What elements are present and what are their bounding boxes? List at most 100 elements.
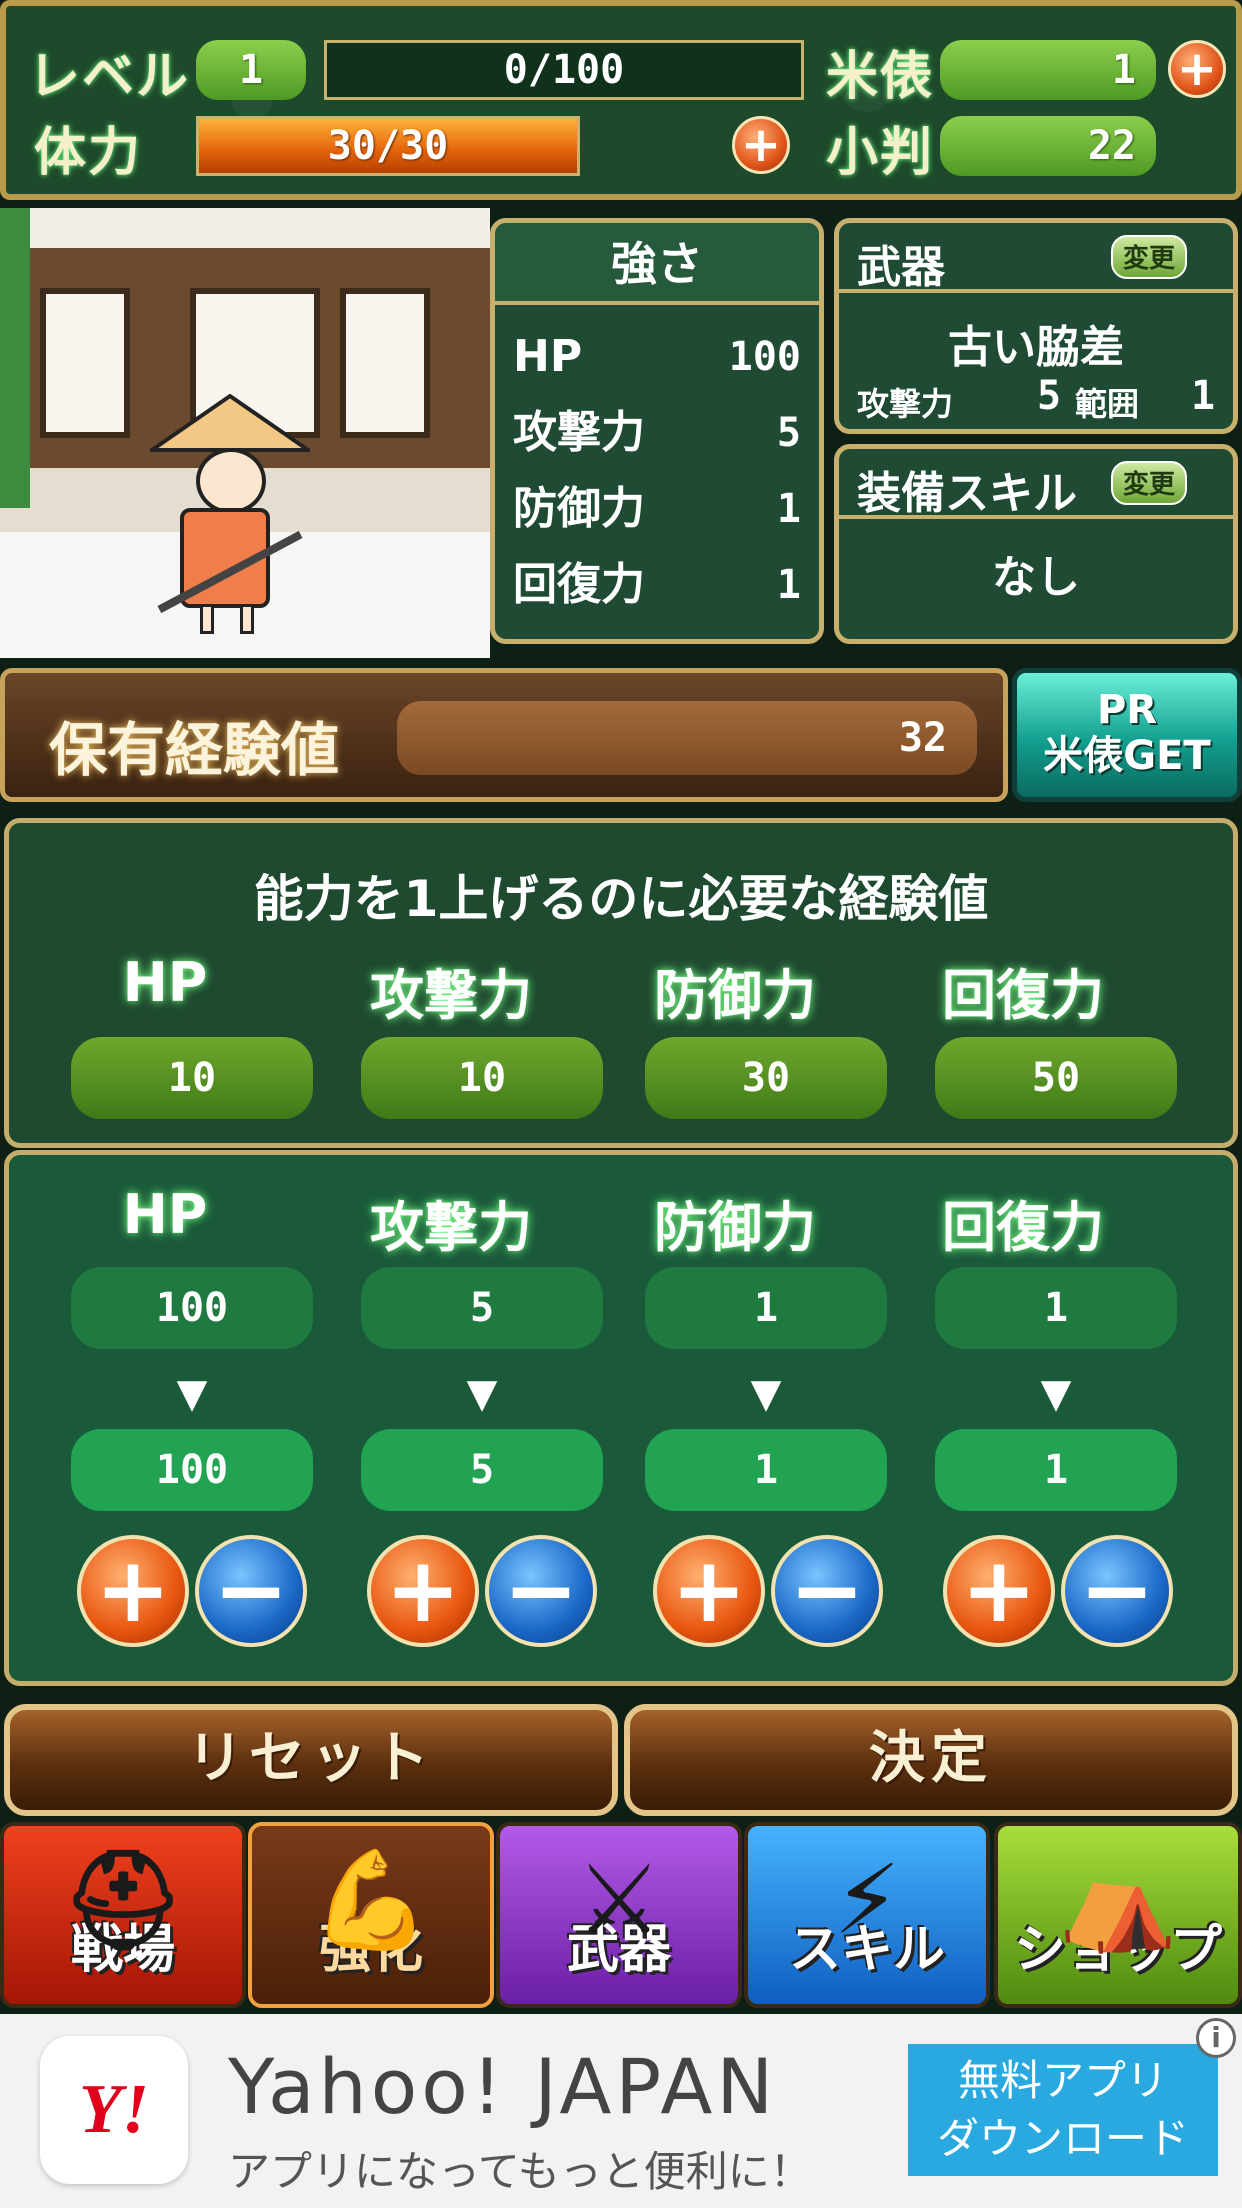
stat-next-attack: 5 [361, 1429, 603, 1511]
shop-icon: ⛺ [1058, 1844, 1178, 1956]
strength-title: 強さ [495, 223, 819, 305]
confirm-button[interactable]: 決定 [624, 1704, 1238, 1816]
weapon-panel: 武器 変更 古い脇差 攻撃力 5 範囲 1 [834, 218, 1238, 434]
reset-button[interactable]: リセット [4, 1704, 618, 1816]
stamina-bar: 30/30 [196, 116, 580, 176]
helmet-icon: ⛑ [62, 1844, 184, 1956]
arrow-down-icon: ▼ [750, 1371, 782, 1417]
stat-next-recovery: 1 [935, 1429, 1177, 1511]
swords-icon: ⚔ [575, 1844, 663, 1956]
stat-current-defense: 1 [645, 1267, 887, 1349]
ad-cta-line1: 無料アプリ [957, 2056, 1168, 2105]
strength-label: 攻撃力 [513, 407, 645, 458]
samurai-face [196, 448, 266, 514]
strength-label: 防御力 [513, 483, 645, 534]
ad-banner[interactable]: Y! Yahoo! JAPAN アプリになってもっと便利に！ 無料アプリ ダウン… [0, 2014, 1242, 2208]
exp-panel: 保有経験値 32 [0, 668, 1008, 802]
rice-label: 米俵 [826, 47, 935, 107]
cost-value-attack: 10 [361, 1037, 603, 1119]
cost-col-recovery: 回復力 [942, 964, 1104, 1027]
attack-minus-button[interactable]: − [485, 1535, 597, 1647]
stat-col-recovery: 回復力 [942, 1196, 1104, 1259]
exp-value: 32 [397, 701, 977, 775]
koban-value: 22 [940, 116, 1156, 176]
stat-next-defense: 1 [645, 1429, 887, 1511]
ad-cta-line2: ダウンロード [936, 2114, 1189, 2163]
stat-adjust-section: HP 100 ▼ 100 + − 攻撃力 5 ▼ 5 + − 防御力 1 ▼ 1… [4, 1150, 1238, 1686]
yahoo-logo: Y! [40, 2036, 188, 2184]
strength-row-attack: 攻撃力 5 [495, 395, 819, 471]
stat-current-recovery: 1 [935, 1267, 1177, 1349]
rice-value: 1 [940, 40, 1156, 100]
lightning-icon: ⚡ [833, 1844, 901, 1956]
stat-col-defense: 防御力 [654, 1196, 816, 1259]
ad-title: Yahoo! JAPAN [228, 2042, 778, 2131]
skill-change-button[interactable]: 変更 [1111, 461, 1187, 505]
add-rice-button[interactable]: + [1168, 40, 1226, 98]
hp-minus-button[interactable]: − [195, 1535, 307, 1647]
tab-skill[interactable]: ⚡ スキル [744, 1822, 990, 2008]
character-scene [0, 208, 490, 658]
attack-plus-button[interactable]: + [367, 1535, 479, 1647]
stamina-label: 体力 [34, 123, 143, 183]
arrow-down-icon: ▼ [1040, 1371, 1072, 1417]
stamina-value: 30/30 [327, 123, 449, 169]
skill-value: なし [992, 552, 1080, 603]
cost-value-recovery: 50 [935, 1037, 1177, 1119]
ad-download-button[interactable]: 無料アプリ ダウンロード [908, 2044, 1218, 2176]
arm-icon: 💪 [311, 1844, 431, 1956]
stat-col-hp: HP [122, 1183, 208, 1246]
strength-value: 5 [776, 410, 801, 456]
cost-col-defense: 防御力 [654, 964, 816, 1027]
strength-row-hp: HP 100 [495, 319, 819, 395]
strength-value: 100 [728, 334, 801, 380]
weapon-name: 古い脇差 [948, 322, 1124, 373]
level-exp-bar: 0/100 [324, 40, 804, 100]
weapon-attack-label: 攻撃力 [857, 385, 954, 423]
ad-subtitle: アプリになってもっと便利に！ [228, 2147, 812, 2196]
weapon-title: 武器 [857, 242, 945, 293]
defense-minus-button[interactable]: − [771, 1535, 883, 1647]
add-stamina-button[interactable]: + [732, 116, 790, 174]
cost-heading: 能力を1上げるのに必要な経験値 [253, 870, 989, 928]
strength-row-defense: 防御力 1 [495, 471, 819, 547]
skill-panel: 装備スキル 変更 なし [834, 444, 1238, 644]
stat-current-hp: 100 [71, 1267, 313, 1349]
defense-plus-button[interactable]: + [653, 1535, 765, 1647]
strength-row-recovery: 回復力 1 [495, 547, 819, 623]
weapon-attack-value: 5 [1037, 373, 1062, 419]
samurai-legs [200, 604, 260, 634]
strength-label: HP [513, 331, 583, 382]
skill-title: 装備スキル [857, 468, 1077, 519]
hp-plus-button[interactable]: + [77, 1535, 189, 1647]
tab-battlefield[interactable]: ⛑ 戦場 [0, 1822, 246, 2008]
exp-label: 保有経験値 [49, 716, 340, 784]
stat-col-attack: 攻撃力 [370, 1196, 532, 1259]
status-bar: レベル 1 0/100 米俵 1 + 体力 30/30 + 小判 22 [0, 0, 1242, 200]
pr-rice-get-button[interactable]: PR 米俵GET [1012, 668, 1242, 802]
strength-label: 回復力 [513, 559, 645, 610]
koban-label: 小判 [826, 123, 935, 183]
cost-col-attack: 攻撃力 [370, 964, 532, 1027]
stat-current-attack: 5 [361, 1267, 603, 1349]
weapon-change-button[interactable]: 変更 [1111, 235, 1187, 279]
recovery-plus-button[interactable]: + [943, 1535, 1055, 1647]
info-icon[interactable]: i [1196, 2018, 1236, 2058]
cost-value-hp: 10 [71, 1037, 313, 1119]
samurai-hat-icon [145, 393, 315, 454]
tab-weapon[interactable]: ⚔ 武器 [496, 1822, 742, 2008]
cost-value-defense: 30 [645, 1037, 887, 1119]
level-value: 1 [196, 40, 306, 100]
stat-next-hp: 100 [71, 1429, 313, 1511]
cost-section: 能力を1上げるのに必要な経験値 HP 攻撃力 防御力 回復力 10 10 30 … [4, 818, 1238, 1148]
arrow-down-icon: ▼ [466, 1371, 498, 1417]
cost-col-hp: HP [122, 951, 208, 1014]
pr-line1: PR [1096, 687, 1158, 733]
tab-shop[interactable]: ⛺ ショップ [994, 1822, 1242, 2008]
strength-value: 1 [776, 562, 801, 608]
recovery-minus-button[interactable]: − [1061, 1535, 1173, 1647]
pr-line2: 米俵GET [1043, 733, 1211, 779]
tab-enhance[interactable]: 💪 強化 [248, 1822, 494, 2008]
weapon-range-label: 範囲 [1075, 385, 1140, 423]
weapon-range-value: 1 [1191, 373, 1216, 419]
